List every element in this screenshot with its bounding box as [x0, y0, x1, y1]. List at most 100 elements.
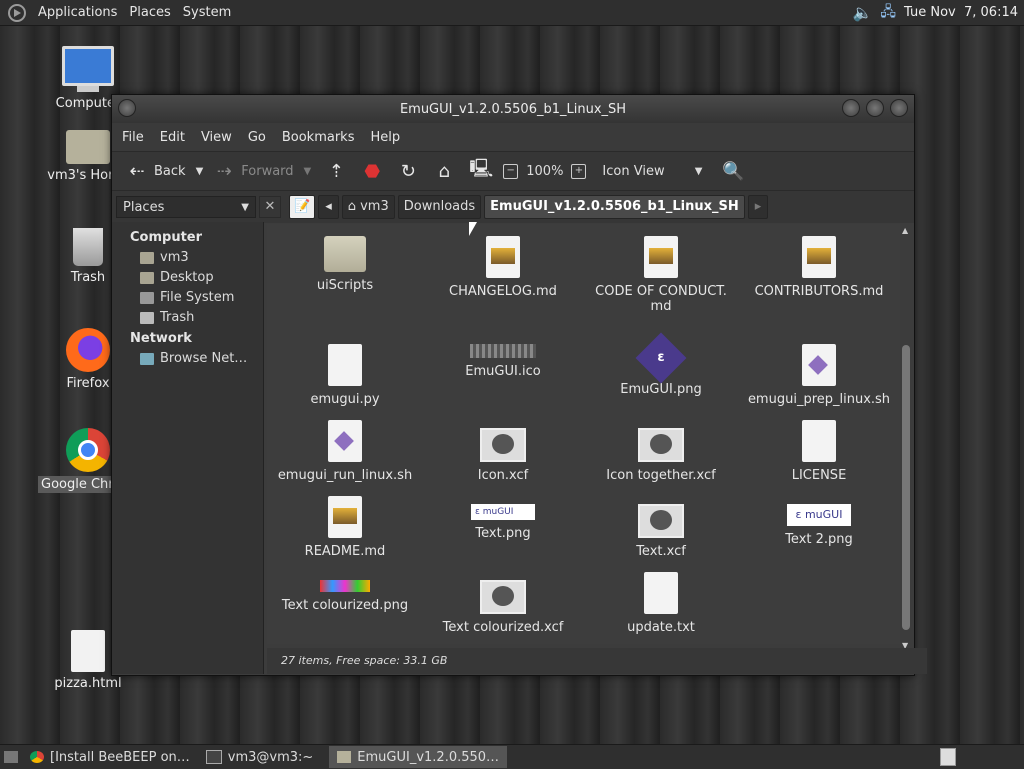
emugui-logo-icon: ε: [635, 332, 687, 384]
chrome-icon: [30, 751, 44, 763]
python-file-icon: [328, 344, 362, 386]
file-name: Icon together.xcf: [606, 468, 716, 483]
close-button[interactable]: [890, 99, 908, 117]
scrollbar[interactable]: ▲ ▼: [900, 226, 912, 650]
sidebar-item-file-system[interactable]: File System: [112, 288, 263, 308]
up-arrow-icon[interactable]: ⇡: [325, 161, 347, 182]
back-label: Back: [154, 163, 186, 179]
menu-edit[interactable]: Edit: [152, 130, 193, 145]
breadcrumb-left-arrow[interactable]: ◂: [318, 195, 339, 219]
file-item[interactable]: ε muGUI Text 2.png: [741, 504, 897, 547]
sidebar-item-browse-network[interactable]: Browse Net…: [112, 349, 263, 369]
breadcrumb: 📝 ◂ ⌂ vm3 Downloads EmuGUI_v1.2.0.5506_b…: [289, 195, 769, 219]
reload-icon[interactable]: ↻: [397, 161, 419, 182]
task-terminal[interactable]: vm3@vm3:~: [198, 746, 322, 768]
zoom-in-icon[interactable]: +: [571, 163, 587, 179]
zoom-level: 100%: [526, 163, 564, 179]
menu-help[interactable]: Help: [362, 130, 408, 145]
sidebar-item-trash[interactable]: Trash: [112, 308, 263, 328]
menu-places[interactable]: Places: [123, 5, 176, 20]
file-name: LICENSE: [791, 468, 847, 483]
file-item[interactable]: Text.xcf: [583, 504, 739, 559]
search-icon[interactable]: 🔍: [722, 161, 744, 182]
forward-button[interactable]: ⇢ Forward: [207, 161, 299, 182]
file-item[interactable]: Icon together.xcf: [583, 428, 739, 483]
file-item[interactable]: emugui_prep_linux.sh: [741, 344, 897, 407]
file-manager-window: EmuGUI_v1.2.0.5506_b1_Linux_SH File Edit…: [111, 94, 927, 676]
close-icon[interactable]: ✕: [259, 196, 281, 218]
minimize-button[interactable]: [842, 99, 860, 117]
file-item[interactable]: EmuGUI.ico: [425, 344, 581, 379]
file-item[interactable]: CONTRIBUTORS.md: [741, 236, 897, 299]
computer-icon[interactable]: 🖳: [469, 156, 493, 186]
zoom-out-icon[interactable]: −: [503, 163, 519, 179]
network-icon[interactable]: 🖧: [880, 1, 896, 25]
task-beebeep[interactable]: [Install BeeBEEP on…: [22, 746, 198, 768]
file-name: EmuGUI.png: [620, 382, 702, 397]
desktop-icon-label: pizza.html: [54, 676, 122, 691]
file-item[interactable]: README.md: [267, 496, 423, 559]
maximize-button[interactable]: [866, 99, 884, 117]
menu-applications[interactable]: Applications: [32, 5, 123, 20]
scroll-up-icon[interactable]: ▲: [902, 226, 908, 235]
menu-view[interactable]: View: [193, 130, 240, 145]
mint-logo-icon[interactable]: [8, 3, 26, 22]
file-name: emugui_prep_linux.sh: [747, 392, 891, 407]
file-name: EmuGUI.ico: [465, 364, 541, 379]
image-thumbnail-icon: ε muGUI: [471, 504, 535, 520]
file-icon-view: uiScripts CHANGELOG.md CODE OF CONDUCT. …: [267, 224, 900, 644]
breadcrumb-item-current[interactable]: EmuGUI_v1.2.0.5506_b1_Linux_SH: [484, 195, 745, 219]
home-icon[interactable]: ⌂: [433, 161, 455, 182]
file-item[interactable]: Icon.xcf: [425, 428, 581, 483]
file-item[interactable]: emugui_run_linux.sh: [267, 420, 423, 483]
markdown-file-icon: [644, 236, 678, 278]
window-menu-icon[interactable]: [118, 99, 136, 117]
breadcrumb-item-downloads[interactable]: Downloads: [397, 195, 482, 219]
network-icon: [140, 352, 154, 365]
edit-path-icon[interactable]: 📝: [289, 195, 316, 219]
status-bar: 27 items, Free space: 33.1 GB: [267, 648, 927, 674]
file-name: Text 2.png: [785, 532, 853, 547]
forward-history-dropdown[interactable]: ▼: [304, 166, 312, 177]
menu-go[interactable]: Go: [240, 130, 274, 145]
breadcrumb-item-vm3[interactable]: ⌂ vm3: [341, 195, 395, 219]
task-file-manager[interactable]: EmuGUI_v1.2.0.550…: [329, 746, 508, 768]
top-panel: Applications Places System 🔈 🖧 Tue Nov 7…: [0, 0, 1024, 26]
sidebar-item-vm3[interactable]: vm3: [112, 248, 263, 268]
show-desktop-button[interactable]: [0, 746, 22, 768]
back-button[interactable]: ⇠ Back: [120, 161, 192, 182]
scroll-thumb[interactable]: [902, 345, 910, 630]
image-thumbnail-icon: ε muGUI: [787, 504, 851, 526]
menu-file[interactable]: File: [114, 130, 152, 145]
sidebar-item-label: vm3: [160, 250, 189, 265]
file-name: emugui_run_linux.sh: [277, 468, 413, 483]
file-item[interactable]: emugui.py: [267, 344, 423, 407]
menu-bookmarks[interactable]: Bookmarks: [274, 130, 363, 145]
file-item[interactable]: ε EmuGUI.png: [583, 332, 739, 397]
text-file-icon: [644, 572, 678, 614]
chevron-down-icon: ▼: [241, 201, 249, 213]
workspace-switcher[interactable]: [940, 748, 956, 766]
file-item[interactable]: CODE OF CONDUCT. md: [583, 236, 739, 314]
folder-icon: [324, 236, 366, 272]
breadcrumb-right-arrow[interactable]: ▸: [747, 195, 769, 219]
sidebar-places-select[interactable]: Places ▼: [116, 196, 256, 218]
firefox-icon: [66, 328, 110, 372]
forward-label: Forward: [241, 163, 294, 179]
stop-icon[interactable]: ⬣: [361, 161, 383, 182]
file-item[interactable]: update.txt: [583, 572, 739, 635]
file-item[interactable]: ε muGUI Text.png: [425, 504, 581, 541]
menu-system[interactable]: System: [177, 5, 237, 20]
sidebar-item-desktop[interactable]: Desktop: [112, 268, 263, 288]
file-item[interactable]: Text colourized.xcf: [425, 580, 581, 635]
file-item[interactable]: LICENSE: [741, 420, 897, 483]
file-item[interactable]: CHANGELOG.md: [425, 236, 581, 299]
file-item[interactable]: Text colourized.png: [267, 580, 423, 613]
clock[interactable]: Tue Nov 7, 06:14: [904, 5, 1018, 20]
back-history-dropdown[interactable]: ▼: [196, 166, 204, 177]
view-mode-select[interactable]: Icon View ▼: [596, 164, 708, 179]
file-item[interactable]: uiScripts: [267, 236, 423, 293]
document-icon: [71, 630, 105, 672]
speaker-icon[interactable]: 🔈: [852, 3, 872, 22]
window-titlebar[interactable]: EmuGUI_v1.2.0.5506_b1_Linux_SH: [112, 95, 914, 123]
